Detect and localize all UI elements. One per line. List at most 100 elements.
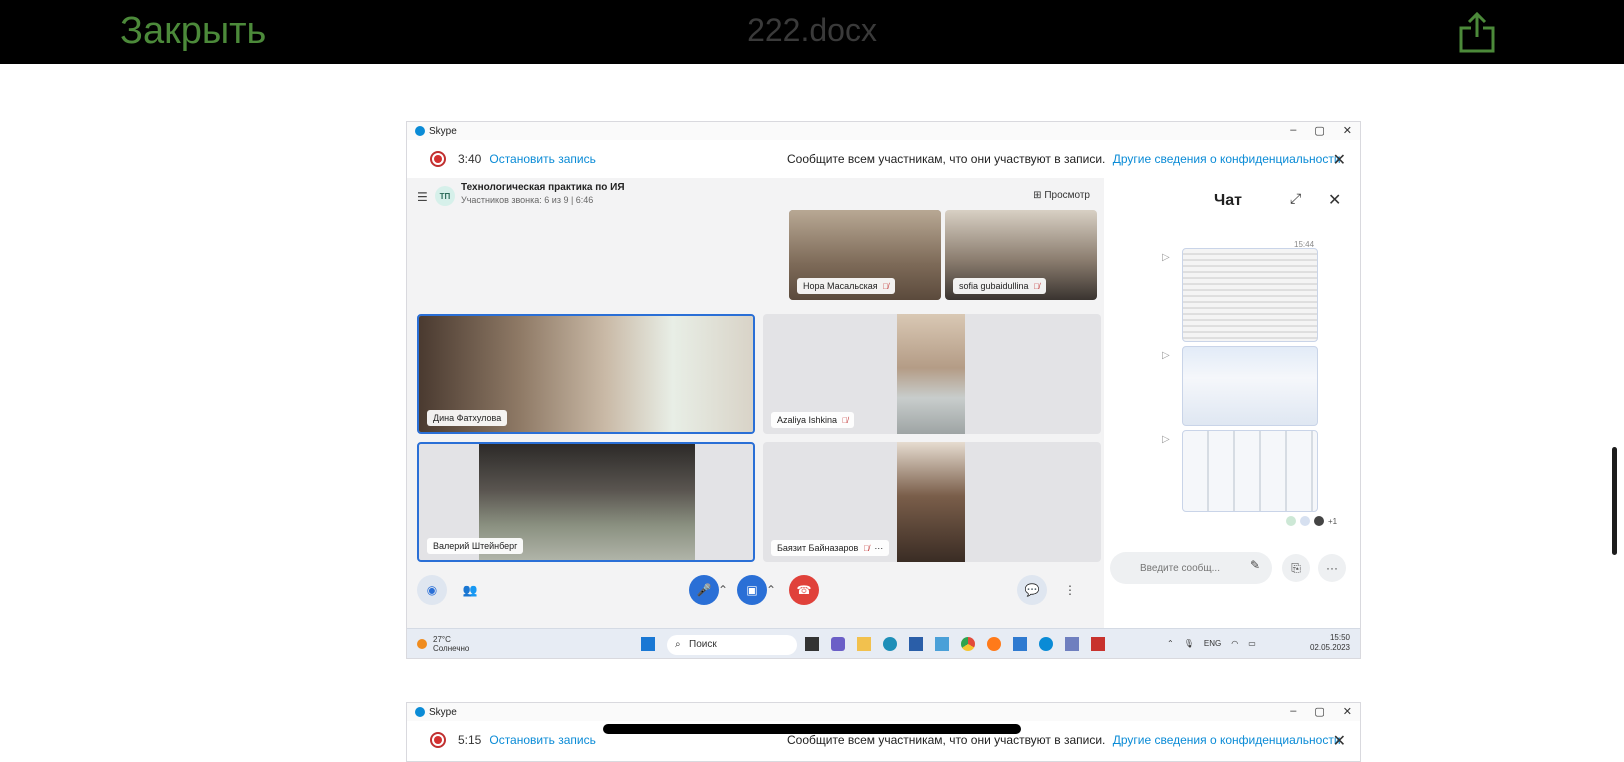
participant-label: Azaliya Ishkina 🎙̸ xyxy=(771,412,855,428)
stop-recording-link[interactable]: Остановить запись xyxy=(489,733,595,747)
wifi-icon[interactable]: ◠ xyxy=(1231,639,1238,648)
photos-icon[interactable] xyxy=(935,637,949,651)
chevron-up-icon[interactable]: ⌃ xyxy=(1167,639,1174,648)
sun-icon xyxy=(417,639,427,649)
participants-icon[interactable]: 👥 xyxy=(455,575,485,605)
windows-taskbar: 27°C Солнечно ⌕ Поиск ⌃ 🎙 ENG ◠ ▭ 15:50 … xyxy=(407,628,1360,658)
privacy-link[interactable]: Другие сведения о конфиденциальности xyxy=(1113,733,1341,747)
recording-notice: Сообщите всем участникам, что они участв… xyxy=(787,152,1341,166)
attach-file-icon[interactable]: ⎘ xyxy=(1282,554,1310,582)
chat-image-attachment[interactable] xyxy=(1182,248,1318,342)
temperature: 27°C xyxy=(433,635,451,644)
chat-image-attachment[interactable] xyxy=(1182,346,1318,426)
firefox-icon[interactable] xyxy=(987,637,1001,651)
windows-start-icon[interactable] xyxy=(641,637,655,651)
recording-time: 3:40 xyxy=(458,152,482,166)
more-icon[interactable]: ··· xyxy=(874,543,883,553)
close-window-button[interactable]: ✕ xyxy=(1343,124,1352,137)
view-button[interactable]: ⊞ Просмотр xyxy=(1033,190,1090,201)
participant-tile[interactable]: Баязит Байназаров 🎙̸ ··· xyxy=(763,442,1101,562)
recording-bar: 3:40 Остановить запись Сообщите всем уча… xyxy=(407,140,1360,178)
participant-tile[interactable]: Валерий Штейнберг xyxy=(417,442,755,562)
minimize-button[interactable]: – xyxy=(1290,124,1296,137)
skype-status-icon[interactable]: ◉ xyxy=(417,575,447,605)
store-icon[interactable] xyxy=(909,637,923,651)
privacy-link[interactable]: Другие сведения о конфиденциальности xyxy=(1113,152,1341,166)
edge-icon[interactable] xyxy=(883,637,897,651)
battery-icon[interactable]: ▭ xyxy=(1248,639,1256,648)
taskbar-search[interactable]: ⌕ Поиск xyxy=(667,635,797,655)
mic-icon[interactable]: 🎙 xyxy=(1184,639,1194,648)
reader-avatar xyxy=(1300,516,1310,526)
menu-icon[interactable]: ☰ xyxy=(417,190,429,204)
participant-label: Валерий Штейнберг xyxy=(427,538,524,554)
call-header: ☰ ТП Технологическая практика по ИЯ Учас… xyxy=(417,182,625,206)
chat-panel: Чат ⤢ ✕ 15:44 ▷ ▷ ▷ +1 ☺ ✎ ⎘ ··· xyxy=(1104,178,1360,628)
chat-image-attachment[interactable] xyxy=(1182,430,1318,512)
home-indicator xyxy=(603,724,1021,734)
minimize-button[interactable]: – xyxy=(1290,705,1296,718)
call-controls: ◉ 👥 🎤 ⌃ ▣ ⌃ ☎ 💬 ⋮ xyxy=(407,568,1104,612)
chat-input[interactable] xyxy=(1110,552,1272,584)
weather-widget[interactable]: 27°C Солнечно xyxy=(417,635,470,653)
participant-tile[interactable]: Дина Фатхулова xyxy=(417,314,755,434)
chrome-icon[interactable] xyxy=(961,637,975,651)
participant-tile[interactable]: Нора Масальская 🎙̸ xyxy=(789,210,941,300)
maximize-button[interactable]: ▢ xyxy=(1314,124,1324,137)
close-icon[interactable]: ✕ xyxy=(1333,150,1346,170)
end-call-button[interactable]: ☎ xyxy=(789,575,819,605)
notice-text: Сообщите всем участникам, что они участв… xyxy=(787,152,1106,166)
stop-recording-link[interactable]: Остановить запись xyxy=(489,152,595,166)
app-icon[interactable] xyxy=(1091,637,1105,651)
window-title: Skype xyxy=(429,706,457,718)
notice-text: Сообщите всем участникам, что они участв… xyxy=(787,733,1106,747)
participant-name: Баязит Байназаров xyxy=(777,543,859,553)
participant-name: Azaliya Ishkina xyxy=(777,415,838,425)
app-icon[interactable] xyxy=(1065,637,1079,651)
language-indicator[interactable]: ENG xyxy=(1204,639,1221,648)
camera-options-chevron-icon[interactable]: ⌃ xyxy=(763,575,779,605)
call-title: Технологическая практика по ИЯ xyxy=(461,182,625,193)
search-label: Поиск xyxy=(689,639,717,650)
file-explorer-icon[interactable] xyxy=(857,637,871,651)
close-chat-icon[interactable]: ✕ xyxy=(1328,190,1341,210)
muted-mic-icon: 🎙̸ xyxy=(842,415,849,425)
extra-readers: +1 xyxy=(1328,516,1338,526)
mic-options-chevron-icon[interactable]: ⌃ xyxy=(715,575,731,605)
grid-icon: ⊞ xyxy=(1033,190,1042,201)
participant-name: Нора Масальская xyxy=(803,281,878,291)
group-avatar: ТП xyxy=(435,186,455,206)
close-icon[interactable]: ✕ xyxy=(1333,731,1346,751)
expand-icon[interactable]: ⤢ xyxy=(1290,190,1301,207)
format-icon[interactable]: ✎ xyxy=(1250,558,1260,572)
skype-icon[interactable] xyxy=(1039,637,1053,651)
weather-text: Солнечно xyxy=(433,644,470,653)
close-window-button[interactable]: ✕ xyxy=(1343,705,1352,718)
taskbar-apps xyxy=(805,637,1105,651)
participant-name: Дина Фатхулова xyxy=(433,413,502,423)
muted-mic-icon: 🎙̸ xyxy=(1033,281,1040,291)
muted-mic-icon: 🎙̸ xyxy=(863,543,870,553)
more-chat-icon[interactable]: ··· xyxy=(1318,554,1346,582)
task-view-icon[interactable] xyxy=(805,637,819,651)
chat-toggle-button[interactable]: 💬 xyxy=(1017,575,1047,605)
read-receipts: +1 xyxy=(1286,516,1337,526)
chat-title: Чат xyxy=(1214,192,1242,209)
sent-icon: ▷ xyxy=(1162,434,1170,445)
more-options-icon[interactable]: ⋮ xyxy=(1055,575,1085,605)
reader-avatar xyxy=(1286,516,1296,526)
system-tray: ⌃ 🎙 ENG ◠ ▭ xyxy=(1167,639,1256,648)
recording-time: 5:15 xyxy=(458,733,482,747)
participant-tile[interactable]: Azaliya Ishkina 🎙̸ xyxy=(763,314,1101,434)
participant-tile[interactable]: sofia gubaidullina 🎙̸ xyxy=(945,210,1097,300)
chat-composer: ☺ ✎ ⎘ ··· xyxy=(1110,548,1356,588)
call-stage: ☰ ТП Технологическая практика по ИЯ Учас… xyxy=(407,178,1104,628)
reader-avatar xyxy=(1314,516,1324,526)
share-icon[interactable] xyxy=(1457,11,1497,53)
clock[interactable]: 15:50 02.05.2023 xyxy=(1310,633,1350,653)
teams-chat-icon[interactable] xyxy=(831,637,845,651)
maximize-button[interactable]: ▢ xyxy=(1314,705,1324,718)
paint-icon[interactable] xyxy=(1013,637,1027,651)
scroll-indicator[interactable] xyxy=(1612,447,1617,555)
participant-label: Баязит Байназаров 🎙̸ ··· xyxy=(771,540,890,556)
